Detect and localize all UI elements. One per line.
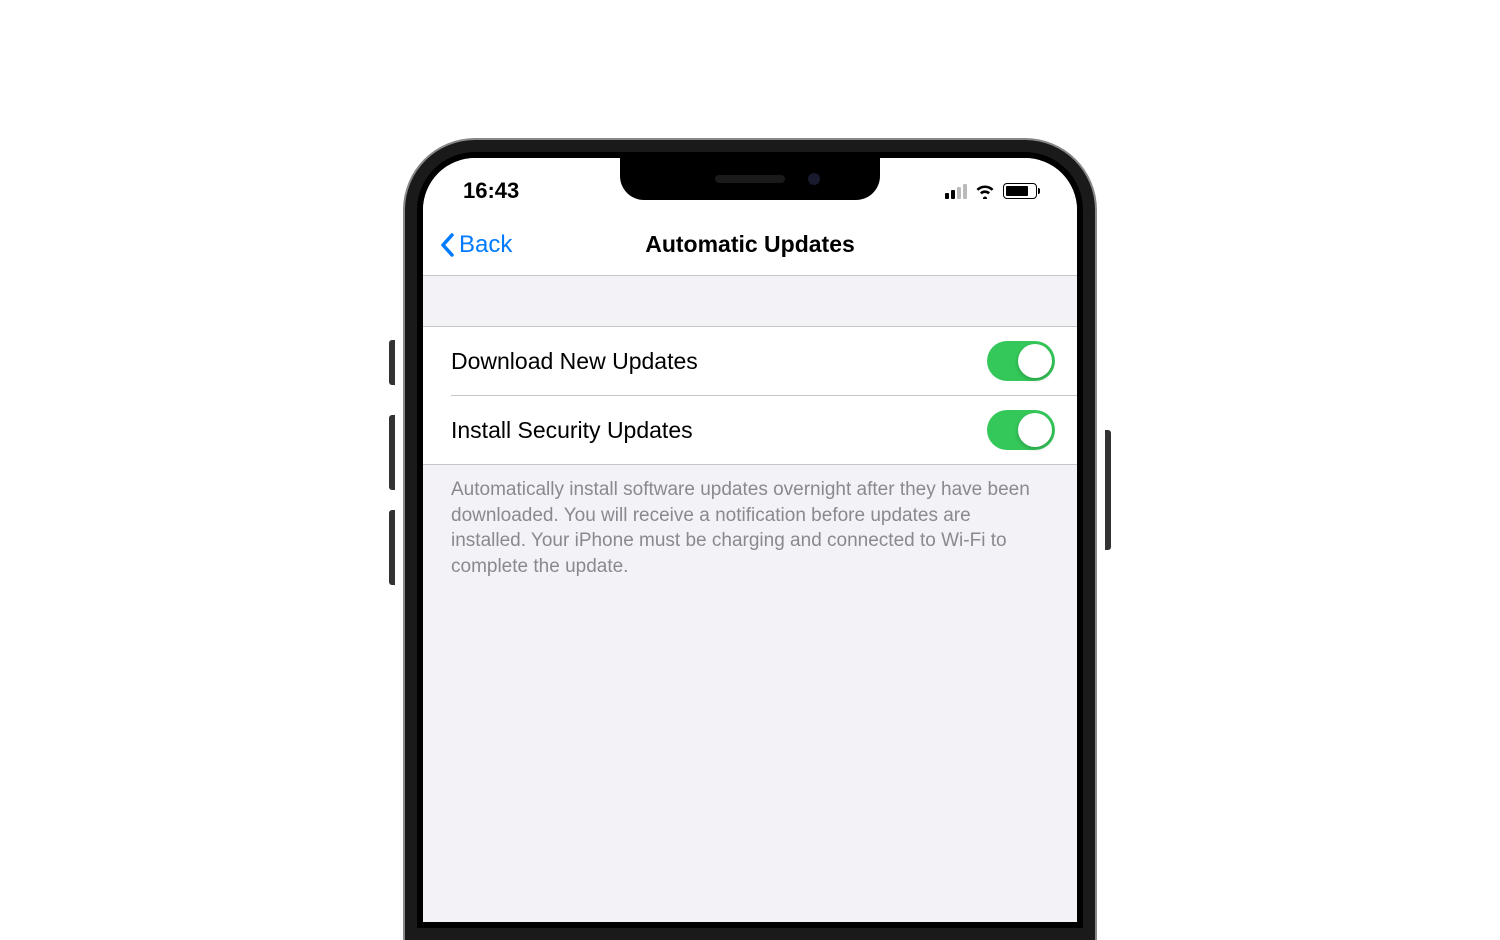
phone-inner-frame: 16:43: [417, 152, 1083, 928]
settings-list: Download New Updates Install Security Up…: [423, 326, 1077, 465]
status-time: 16:43: [463, 178, 519, 204]
back-label: Back: [459, 231, 512, 259]
volume-up-button: [389, 415, 395, 490]
phone-screen: 16:43: [423, 158, 1077, 922]
phone-frame: 16:43: [405, 140, 1095, 940]
speaker: [715, 175, 785, 183]
front-camera: [808, 173, 820, 185]
power-button: [1105, 430, 1111, 550]
notch: [620, 158, 880, 200]
back-button[interactable]: Back: [439, 231, 512, 259]
download-new-updates-row: Download New Updates: [451, 327, 1077, 396]
cellular-signal-icon: [945, 184, 967, 199]
volume-down-button: [389, 510, 395, 585]
install-security-updates-label: Install Security Updates: [451, 417, 693, 444]
settings-footer-text: Automatically install software updates o…: [423, 465, 1077, 592]
navigation-bar: Back Automatic Updates: [423, 214, 1077, 276]
install-security-updates-toggle[interactable]: [987, 410, 1055, 450]
download-new-updates-toggle[interactable]: [987, 341, 1055, 381]
download-new-updates-label: Download New Updates: [451, 348, 698, 375]
battery-icon: [1003, 183, 1037, 199]
chevron-left-icon: [439, 232, 455, 258]
status-icons: [945, 183, 1037, 199]
install-security-updates-row: Install Security Updates: [423, 396, 1077, 464]
wifi-icon: [974, 183, 996, 199]
page-title: Automatic Updates: [645, 231, 855, 258]
mute-switch: [389, 340, 395, 385]
